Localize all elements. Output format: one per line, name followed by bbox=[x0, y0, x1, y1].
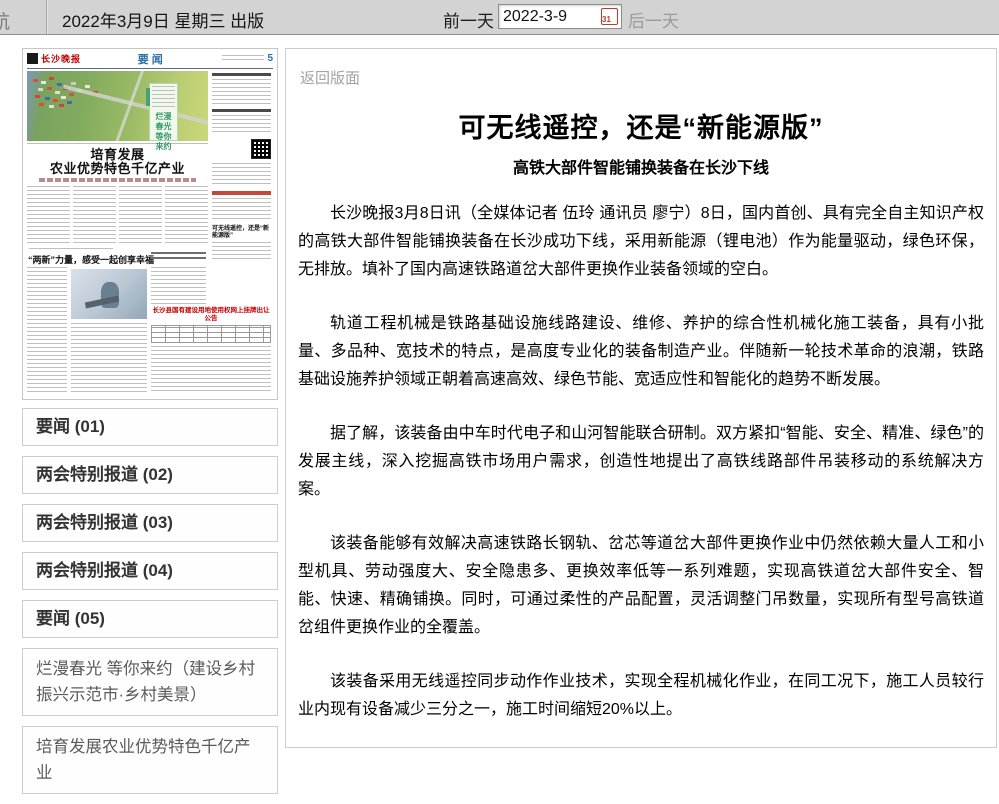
text-column bbox=[27, 267, 67, 393]
headline-line2: 农业优势特色千亿产业 bbox=[50, 161, 185, 176]
next-day-link-disabled: 后一天 bbox=[628, 7, 679, 32]
article-panel: 返回版面 可无线遥控，还是“新能源版” 高铁大部件智能铺换装备在长沙下线 长沙晚… bbox=[285, 48, 997, 748]
text-block bbox=[212, 242, 271, 260]
text-column bbox=[119, 186, 162, 246]
section-title: 要闻 bbox=[81, 51, 222, 67]
date-picker[interactable]: 31 bbox=[498, 4, 622, 29]
article-text-columns bbox=[27, 186, 208, 246]
promo-tab bbox=[146, 88, 150, 106]
sidebar-page-link[interactable]: 要闻 (05) bbox=[22, 600, 278, 638]
right-column-article-headline: 可无线遥控，还是“新能源版” bbox=[212, 226, 271, 240]
sidebar-page-list: 要闻 (01) 两会特别报道 (02) 两会特别报道 (03) 两会特别报道 (04)… bbox=[22, 408, 278, 794]
page-number: 5 bbox=[267, 53, 273, 64]
newspaper-logo bbox=[27, 53, 38, 64]
promo-line1: 烂漫春光 bbox=[156, 112, 172, 131]
text-block bbox=[212, 115, 271, 135]
thumbnail-subheadline-line bbox=[39, 178, 196, 182]
calendar-icon[interactable]: 31 bbox=[601, 8, 618, 25]
text-column bbox=[151, 267, 206, 305]
publish-date-label: 2022年3月9日 星期三 出版 bbox=[62, 7, 264, 32]
text-column bbox=[73, 186, 116, 246]
right-headline-bar bbox=[212, 73, 271, 76]
newspaper-masthead-row: 长沙晚报 要闻 5 bbox=[27, 51, 273, 66]
land-notice-block: 长沙县国有建设用地使用权网上挂牌出让公告 bbox=[151, 307, 271, 395]
sidebar-page-link[interactable]: 两会特别报道 (03) bbox=[22, 504, 278, 542]
nav-label-partial[interactable]: 航 bbox=[0, 7, 10, 34]
text-column bbox=[165, 186, 208, 246]
notice-table bbox=[151, 325, 271, 343]
newspaper-page-thumbnail[interactable]: 长沙晚报 要闻 5 烂漫春光 等你来约 培育发展 农业优势特色千亿产业 bbox=[22, 48, 278, 400]
worker-photo bbox=[71, 269, 147, 319]
text-block bbox=[212, 198, 271, 222]
newspaper-name: 长沙晚报 bbox=[41, 52, 81, 65]
headline-line1: 培育发展 bbox=[90, 147, 144, 162]
thumbnail-main-headline: 培育发展 农业优势特色千亿产业 bbox=[27, 148, 208, 176]
article-paragraph: 据了解，该装备由中车时代电子和山河智能联合研制。双方紧扣“智能、安全、精准、绿色… bbox=[298, 420, 984, 504]
article-paragraph: 该装备能够有效解决高速铁路长钢轨、岔芯等道岔大部件更换作业中仍然依赖大量人工和小… bbox=[298, 530, 984, 642]
spring-promo-box: 烂漫春光 等你来约 bbox=[149, 83, 178, 141]
right-column: 可无线遥控，还是“新能源版” bbox=[212, 71, 271, 289]
qr-code bbox=[251, 139, 271, 159]
sidebar: 长沙晚报 要闻 5 烂漫春光 等你来约 培育发展 农业优势特色千亿产业 bbox=[22, 48, 278, 804]
promo-text-lines bbox=[152, 86, 175, 110]
notice-text-lines bbox=[151, 346, 271, 392]
text-block bbox=[212, 79, 271, 105]
second-article-kicker bbox=[29, 248, 113, 251]
text-column bbox=[27, 186, 70, 246]
sidebar-page-link[interactable]: 两会特别报道 (04) bbox=[22, 552, 278, 590]
sidebar-article-link[interactable]: 烂漫春光 等你来约（建设乡村振兴示范市·乡村美景） bbox=[22, 648, 278, 716]
prev-day-link[interactable]: 前一天 bbox=[443, 7, 494, 32]
right-headline-bar bbox=[212, 109, 271, 112]
toolbar-divider bbox=[46, 0, 48, 34]
back-to-page-link[interactable]: 返回版面 bbox=[300, 67, 360, 88]
masthead-rule bbox=[27, 68, 273, 69]
article-title: 可无线遥控，还是“新能源版” bbox=[298, 106, 984, 145]
red-headline-bar bbox=[212, 191, 271, 195]
masthead-meta-lines bbox=[222, 55, 264, 63]
notice-headline: 长沙县国有建设用地使用权网上挂牌出让公告 bbox=[151, 307, 271, 323]
sidebar-page-link[interactable]: 要闻 (01) bbox=[22, 408, 278, 446]
village-aerial-photo bbox=[27, 71, 208, 141]
article-paragraph: 轨道工程机械是铁路基础设施线路建设、维修、养护的综合性机械化施工装备，具有小批量… bbox=[298, 310, 984, 394]
date-input[interactable] bbox=[501, 6, 597, 27]
article-subtitle: 高铁大部件智能铺换装备在长沙下线 bbox=[298, 154, 984, 178]
text-block bbox=[212, 163, 271, 187]
promo-headline: 烂漫春光 等你来约 bbox=[152, 112, 175, 152]
article-body: 长沙晚报3月8日讯（全媒体记者 伍玲 通讯员 廖宁）8日，国内首创、具有完全自主… bbox=[298, 200, 984, 724]
article-paragraph: 长沙晚报3月8日讯（全媒体记者 伍玲 通讯员 廖宁）8日，国内首创、具有完全自主… bbox=[298, 200, 984, 284]
calendar-icon-day: 31 bbox=[602, 15, 611, 24]
text-column bbox=[71, 323, 147, 393]
sidebar-article-link[interactable]: 培育发展农业优势特色千亿产业 bbox=[22, 726, 278, 794]
top-toolbar: 航 2022年3月9日 星期三 出版 前一天 31 后一天 bbox=[0, 0, 999, 35]
village-roofs-shapes bbox=[33, 79, 38, 82]
promo-line2: 等你来约 bbox=[156, 132, 172, 151]
photo-caption-line bbox=[27, 143, 208, 146]
sidebar-page-link[interactable]: 两会特别报道 (02) bbox=[22, 456, 278, 494]
small-headline-lines bbox=[151, 252, 206, 262]
